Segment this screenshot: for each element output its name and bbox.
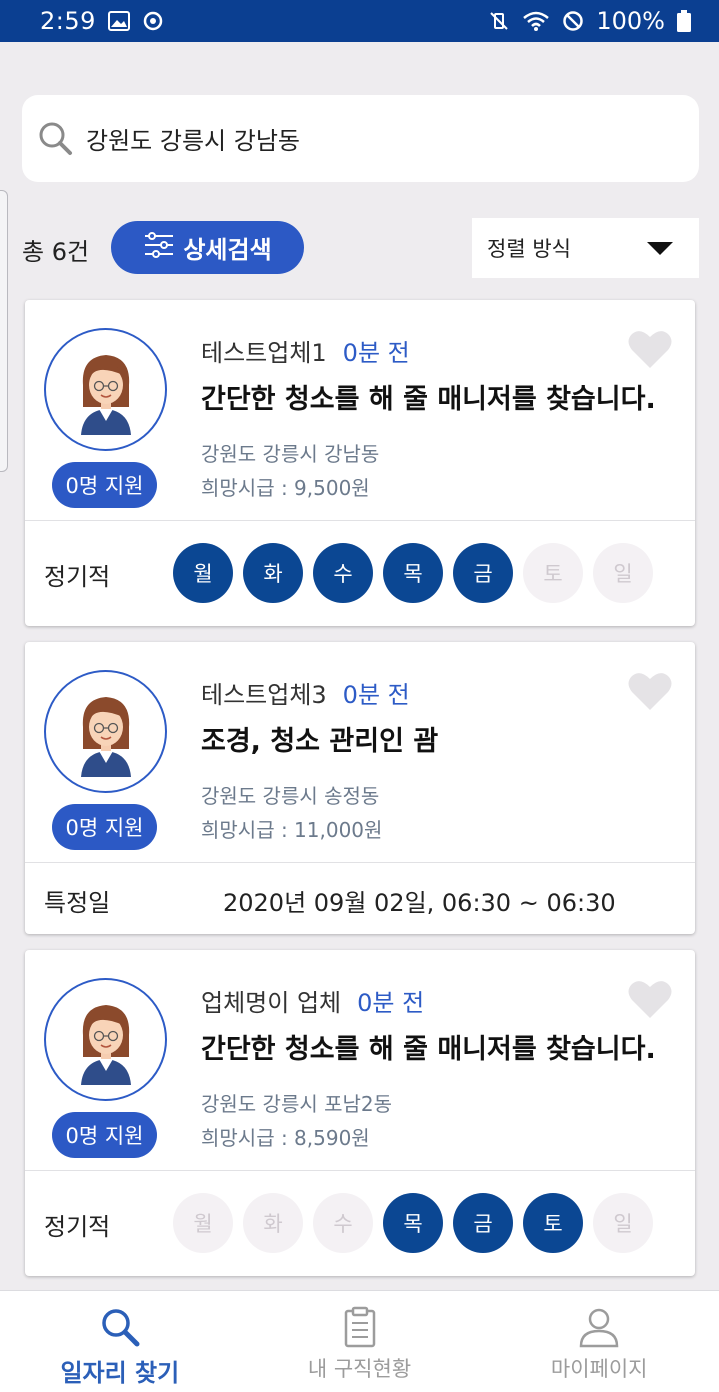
nav-my-applications[interactable]: 내 구직현황 — [240, 1291, 480, 1392]
day-tue: 화 — [243, 1193, 303, 1253]
detail-search-button[interactable]: 상세검색 — [111, 221, 304, 274]
job-wage: 희망시급 : 8,590원 — [201, 1126, 370, 1150]
day-mon: 월 — [173, 1193, 233, 1253]
nav-find-jobs[interactable]: 일자리 찾기 — [0, 1291, 240, 1392]
battery-icon — [677, 10, 691, 32]
day-fri: 금 — [453, 543, 513, 603]
day-sun: 일 — [593, 543, 653, 603]
filter-row: 총 6건 상세검색 정렬 방식 — [0, 218, 719, 278]
bottom-nav: 일자리 찾기 내 구직현황 마이페이지 — [0, 1290, 719, 1392]
company-name: 테스트업체3 — [201, 681, 327, 709]
total-count: 총 6건 — [22, 238, 90, 266]
weekday-list: 월 화 수 목 금 토 일 — [173, 1193, 653, 1253]
search-icon — [98, 1305, 142, 1349]
company-line: 업체명이 업체 0분 전 — [201, 983, 424, 1018]
job-title: 간단한 청소를 해 줄 매니저를 찾습니다. — [201, 384, 656, 415]
search-input[interactable]: 강원도 강릉시 강남동 — [22, 95, 699, 182]
avatar — [44, 978, 167, 1101]
posted-time: 0분 전 — [357, 989, 425, 1017]
sort-dropdown[interactable]: 정렬 방식 — [472, 218, 699, 278]
search-icon — [36, 119, 76, 159]
job-title: 조경, 청소 관리인 괌 — [201, 726, 439, 757]
status-time: 2:59 — [40, 7, 96, 35]
avatar — [44, 670, 167, 793]
wifi-icon — [522, 10, 550, 32]
status-bar: 2:59 100% — [0, 0, 719, 42]
heart-icon[interactable] — [627, 670, 673, 712]
applicant-count-badge: 0명 지원 — [52, 804, 157, 850]
schedule-date: 2020년 09월 02일, 06:30 ~ 06:30 — [223, 889, 616, 917]
job-wage: 희망시급 : 9,500원 — [201, 476, 370, 500]
day-wed: 수 — [313, 1193, 373, 1253]
mute-vibrate-icon — [488, 10, 510, 32]
schedule-type: 특정일 — [44, 889, 111, 917]
day-tue: 화 — [243, 543, 303, 603]
clipboard-icon — [338, 1305, 382, 1349]
job-card[interactable]: 0명 지원 업체명이 업체 0분 전 간단한 청소를 해 줄 매니저를 찾습니다… — [25, 950, 695, 1276]
applicant-count-badge: 0명 지원 — [52, 462, 157, 508]
schedule-type: 정기적 — [44, 563, 111, 591]
search-value: 강원도 강릉시 강남동 — [86, 127, 300, 155]
nav-label: 내 구직현황 — [307, 1357, 412, 1381]
heart-icon[interactable] — [627, 328, 673, 370]
day-wed: 수 — [313, 543, 373, 603]
company-line: 테스트업체3 0분 전 — [201, 675, 410, 710]
posted-time: 0분 전 — [342, 681, 410, 709]
job-address: 강원도 강릉시 포남2동 — [201, 1092, 393, 1116]
filter-sliders-icon — [143, 231, 175, 264]
job-card[interactable]: 0명 지원 테스트업체1 0분 전 간단한 청소를 해 줄 매니저를 찾습니다.… — [25, 300, 695, 626]
nav-label: 마이페이지 — [550, 1357, 648, 1381]
nav-my-page[interactable]: 마이페이지 — [479, 1291, 719, 1392]
job-wage: 희망시급 : 11,000원 — [201, 818, 383, 842]
detail-search-label: 상세검색 — [183, 236, 272, 264]
job-card[interactable]: 0명 지원 테스트업체3 0분 전 조경, 청소 관리인 괌 강원도 강릉시 송… — [25, 642, 695, 934]
day-sun: 일 — [593, 1193, 653, 1253]
sort-label: 정렬 방식 — [487, 237, 571, 261]
company-line: 테스트업체1 0분 전 — [201, 333, 410, 368]
day-thu: 목 — [383, 1193, 443, 1253]
job-title: 간단한 청소를 해 줄 매니저를 찾습니다. — [201, 1034, 656, 1065]
job-address: 강원도 강릉시 송정동 — [201, 784, 380, 808]
avatar — [44, 328, 167, 451]
posted-time: 0분 전 — [342, 339, 410, 367]
battery-percent: 100% — [596, 7, 665, 35]
applicant-count-badge: 0명 지원 — [52, 1112, 157, 1158]
person-icon — [577, 1305, 621, 1349]
day-thu: 목 — [383, 543, 443, 603]
caret-down-icon — [647, 241, 673, 255]
block-icon — [562, 10, 584, 32]
day-fri: 금 — [453, 1193, 513, 1253]
image-icon — [107, 11, 130, 31]
day-sat: 토 — [523, 1193, 583, 1253]
nav-label: 일자리 찾기 — [60, 1359, 180, 1387]
company-name: 업체명이 업체 — [201, 989, 342, 1017]
job-address: 강원도 강릉시 강남동 — [201, 442, 380, 466]
weekday-list: 월 화 수 목 금 토 일 — [173, 543, 653, 603]
company-name: 테스트업체1 — [201, 339, 327, 367]
schedule-type: 정기적 — [44, 1213, 111, 1241]
day-sat: 토 — [523, 543, 583, 603]
sync-icon — [142, 10, 164, 32]
heart-icon[interactable] — [627, 978, 673, 1020]
day-mon: 월 — [173, 543, 233, 603]
